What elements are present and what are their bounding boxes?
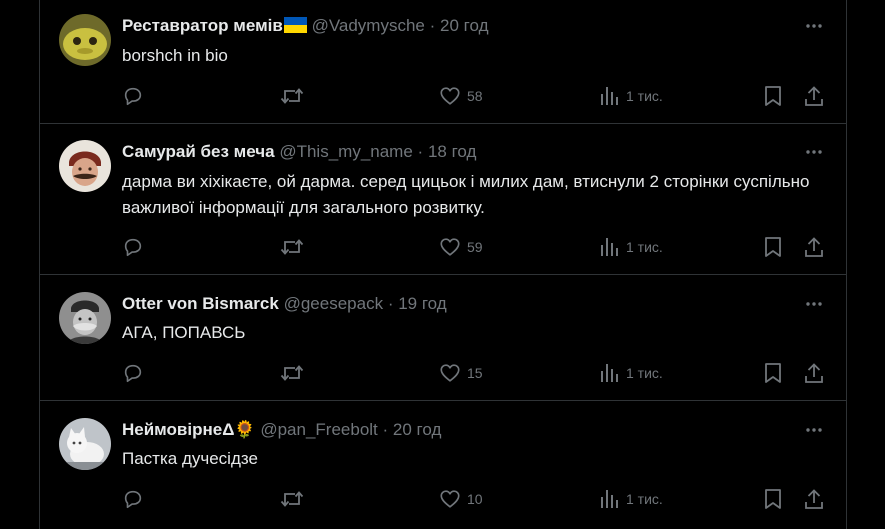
heart-icon xyxy=(440,364,460,382)
like-count: 10 xyxy=(467,491,483,507)
author-handle[interactable]: @Vadymysche xyxy=(312,16,425,35)
avatar[interactable] xyxy=(59,292,111,344)
repost-icon xyxy=(280,239,304,255)
avatar[interactable] xyxy=(59,418,111,470)
share-icon xyxy=(805,363,823,383)
action-bar: 58 1 тис. xyxy=(122,83,832,109)
post-header: Самурай без меча @This_my_name · 18 год xyxy=(122,140,476,164)
reply-icon xyxy=(124,364,142,383)
heart-icon xyxy=(440,87,460,105)
like-button[interactable]: 59 xyxy=(439,234,483,260)
share-button[interactable] xyxy=(803,234,825,260)
timestamp[interactable]: 18 год xyxy=(428,142,476,161)
reply-button[interactable] xyxy=(122,234,144,260)
action-bar: 15 1 тис. xyxy=(122,360,832,386)
reply-icon xyxy=(124,87,142,106)
bookmark-icon xyxy=(765,86,781,106)
share-icon xyxy=(805,86,823,106)
reply-button[interactable] xyxy=(122,486,144,512)
repost-icon xyxy=(280,491,304,507)
repost-icon xyxy=(280,365,304,381)
share-button[interactable] xyxy=(803,360,825,386)
share-button[interactable] xyxy=(803,83,825,109)
bookmark-button[interactable] xyxy=(763,486,783,512)
author-handle[interactable]: @geesepack xyxy=(284,294,384,313)
views-icon xyxy=(601,490,618,508)
author-name[interactable]: НеймовірнеΔ🌻 xyxy=(122,420,256,439)
separator: · xyxy=(417,142,424,161)
more-icon[interactable] xyxy=(804,420,824,440)
post-header: НеймовірнеΔ🌻 @pan_Freebolt · 20 год xyxy=(122,418,441,442)
views-count: 1 тис. xyxy=(626,365,663,381)
reply-feed: Реставратор мемів @Vadymysche · 20 год b… xyxy=(39,0,847,529)
separator: · xyxy=(387,294,394,313)
post-text: дарма ви хіхікаєте, ой дарма. серед циць… xyxy=(122,172,810,217)
post-header: Реставратор мемів @Vadymysche · 20 год xyxy=(122,14,489,38)
like-count: 15 xyxy=(467,365,483,381)
author-handle[interactable]: @pan_Freebolt xyxy=(260,420,377,439)
views-count: 1 тис. xyxy=(626,88,663,104)
views-button[interactable]: 1 тис. xyxy=(600,486,663,512)
avatar[interactable] xyxy=(59,14,111,66)
avatar[interactable] xyxy=(59,140,111,192)
more-icon[interactable] xyxy=(804,142,824,162)
heart-icon xyxy=(440,490,460,508)
views-button[interactable]: 1 тис. xyxy=(600,360,663,386)
ukraine-flag-icon xyxy=(283,17,307,33)
repost-button[interactable] xyxy=(280,234,304,260)
like-button[interactable]: 58 xyxy=(439,83,483,109)
more-icon[interactable] xyxy=(804,16,824,36)
views-icon xyxy=(601,364,618,382)
repost-button[interactable] xyxy=(280,83,304,109)
author-name[interactable]: Otter von Bismarck xyxy=(122,294,279,313)
repost-button[interactable] xyxy=(280,360,304,386)
bookmark-icon xyxy=(765,363,781,383)
views-icon xyxy=(601,238,618,256)
bookmark-icon xyxy=(765,489,781,509)
action-bar: 10 1 тис. xyxy=(122,486,832,512)
bookmark-icon xyxy=(765,237,781,257)
post-text: АГА, ПОПАВСЬ xyxy=(122,323,246,342)
repost-button[interactable] xyxy=(280,486,304,512)
bookmark-button[interactable] xyxy=(763,234,783,260)
like-count: 58 xyxy=(467,88,483,104)
separator: · xyxy=(429,16,436,35)
reply-icon xyxy=(124,238,142,257)
views-count: 1 тис. xyxy=(626,239,663,255)
heart-icon xyxy=(440,238,460,256)
post-header: Otter von Bismarck @geesepack · 19 год xyxy=(122,292,447,316)
author-name[interactable]: Самурай без меча xyxy=(122,142,275,161)
reply-post[interactable]: Самурай без меча @This_my_name · 18 год … xyxy=(40,124,846,275)
timestamp[interactable]: 20 год xyxy=(393,420,441,439)
timestamp[interactable]: 19 год xyxy=(398,294,446,313)
action-bar: 59 1 тис. xyxy=(122,234,832,260)
post-text: borshch in bio xyxy=(122,46,228,65)
views-button[interactable]: 1 тис. xyxy=(600,83,663,109)
like-button[interactable]: 10 xyxy=(439,486,483,512)
author-name[interactable]: Реставратор мемів xyxy=(122,16,283,35)
reply-icon xyxy=(124,490,142,509)
more-icon[interactable] xyxy=(804,294,824,314)
share-icon xyxy=(805,237,823,257)
bookmark-button[interactable] xyxy=(763,83,783,109)
author-handle[interactable]: @This_my_name xyxy=(279,142,412,161)
separator: · xyxy=(382,420,389,439)
views-button[interactable]: 1 тис. xyxy=(600,234,663,260)
like-button[interactable]: 15 xyxy=(439,360,483,386)
reply-post[interactable]: НеймовірнеΔ🌻 @pan_Freebolt · 20 год Паст… xyxy=(40,401,846,529)
reply-button[interactable] xyxy=(122,83,144,109)
bookmark-button[interactable] xyxy=(763,360,783,386)
share-button[interactable] xyxy=(803,486,825,512)
reply-button[interactable] xyxy=(122,360,144,386)
reply-post[interactable]: Otter von Bismarck @geesepack · 19 год А… xyxy=(40,275,846,401)
like-count: 59 xyxy=(467,239,483,255)
views-count: 1 тис. xyxy=(626,491,663,507)
share-icon xyxy=(805,489,823,509)
views-icon xyxy=(601,87,618,105)
repost-icon xyxy=(280,88,304,104)
reply-post[interactable]: Реставратор мемів @Vadymysche · 20 год b… xyxy=(40,0,846,124)
post-text: Пастка дучесідзе xyxy=(122,449,258,468)
timestamp[interactable]: 20 год xyxy=(440,16,488,35)
